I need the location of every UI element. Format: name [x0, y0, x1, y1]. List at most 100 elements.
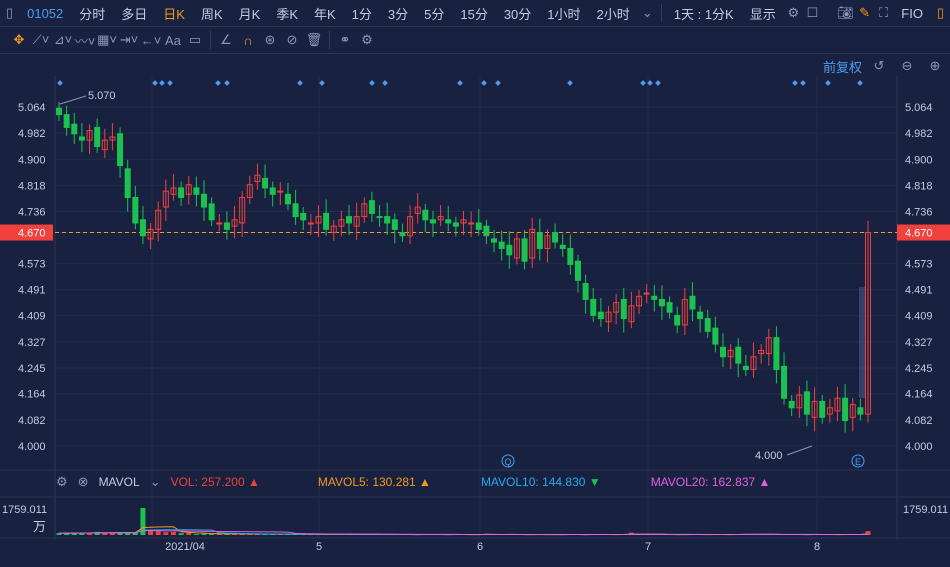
- candle-body: [811, 400, 818, 418]
- volume-bar: [140, 508, 146, 535]
- period-tab[interactable]: 15分: [452, 4, 495, 23]
- selection-bar: [859, 287, 866, 398]
- text-icon[interactable]: Aa: [162, 33, 184, 48]
- stock-code[interactable]: 01052: [19, 6, 71, 21]
- candle-body: [697, 311, 704, 320]
- comment-icon[interactable]: ▭: [184, 32, 206, 48]
- period-tab[interactable]: 年K: [306, 4, 344, 23]
- pencil-icon[interactable]: ✎: [855, 5, 874, 21]
- line-icon[interactable]: ⟋˅: [30, 32, 52, 48]
- volume-bar: [79, 532, 85, 535]
- volume-bar: [232, 533, 238, 535]
- event-marker: [57, 80, 63, 86]
- settings-icon[interactable]: ⚙: [56, 474, 68, 490]
- q-marker: Q: [504, 457, 511, 467]
- price-tick: 4.000: [18, 441, 46, 453]
- volume-bar: [789, 534, 795, 535]
- candle-body: [605, 311, 612, 323]
- display-menu[interactable]: 显示: [742, 4, 784, 23]
- arrow-icon[interactable]: ←˅: [140, 33, 162, 48]
- period-tab[interactable]: 日K: [155, 4, 193, 23]
- candle-body: [544, 235, 551, 249]
- low-pointer: [786, 445, 813, 456]
- q-marker-icon: [501, 454, 515, 468]
- candle-body: [437, 216, 444, 221]
- period-tab[interactable]: 月K: [231, 4, 269, 23]
- candle-body: [628, 305, 635, 323]
- price-tick: 4.573: [905, 258, 933, 270]
- settings-icon[interactable]: ⚙: [784, 5, 803, 21]
- indicator-name[interactable]: MAVOL: [99, 475, 140, 489]
- volume-bar: [315, 534, 321, 535]
- volume-bar: [254, 534, 260, 535]
- volume-bar: [331, 534, 337, 535]
- fio-button[interactable]: FIO: [893, 6, 931, 21]
- candle-body: [788, 400, 795, 409]
- e-marker-icon: [851, 454, 865, 468]
- price-tick: 4.818: [18, 180, 46, 192]
- panel-icon[interactable]: ▯: [931, 5, 950, 21]
- event-marker: [481, 80, 487, 86]
- lock-icon[interactable]: ⊛: [259, 32, 281, 48]
- candle-body: [735, 346, 742, 364]
- delete-icon[interactable]: 🗑︎: [303, 32, 325, 48]
- chevron-down-icon[interactable]: ⌄: [150, 474, 161, 490]
- move-icon[interactable]: ✥: [8, 32, 30, 48]
- period-tab[interactable]: 3分: [380, 4, 416, 23]
- candle-body: [758, 349, 765, 355]
- period-tab[interactable]: 1分: [344, 4, 380, 23]
- volume-bar: [247, 534, 253, 535]
- period-select[interactable]: 1天 : 1分K: [666, 4, 742, 23]
- undo-icon[interactable]: ↺: [868, 58, 890, 74]
- divider: [210, 31, 211, 49]
- period-tab[interactable]: 5分: [416, 4, 452, 23]
- period-tab[interactable]: 多日: [113, 4, 155, 23]
- magnet-icon[interactable]: ∩: [237, 33, 259, 48]
- volume-bar: [132, 532, 138, 535]
- event-marker: [655, 80, 661, 86]
- layout-icon[interactable]: ☐: [803, 5, 822, 21]
- measure-icon[interactable]: ⇥˅: [118, 32, 140, 48]
- candle-body: [483, 225, 490, 237]
- period-tab[interactable]: 30分: [496, 4, 539, 23]
- fib-icon[interactable]: ▦˅: [96, 32, 118, 48]
- price-tick: 4.736: [905, 207, 933, 219]
- price-tick: 4.082: [18, 415, 46, 427]
- adjust-mode[interactable]: 前复权: [823, 57, 862, 76]
- candle-body: [491, 238, 498, 243]
- event-marker: [647, 80, 653, 86]
- sidebar-toggle-icon[interactable]: ▯: [0, 5, 19, 21]
- candle-body: [597, 311, 604, 320]
- settings-icon[interactable]: ⚙: [356, 32, 378, 48]
- candle-body: [391, 219, 398, 230]
- volume-bar: [285, 534, 291, 535]
- camera-icon[interactable]: 📷︎: [836, 5, 855, 21]
- period-tab[interactable]: 季K: [268, 4, 306, 23]
- event-marker: [792, 80, 798, 86]
- candle-body: [216, 222, 223, 225]
- period-tab[interactable]: 周K: [193, 4, 231, 23]
- candle-body: [834, 397, 841, 412]
- polyline-icon[interactable]: ⊿˅: [52, 32, 74, 48]
- price-tick: 4.982: [905, 128, 933, 140]
- hide-icon[interactable]: ⊘: [281, 32, 303, 48]
- chevron-down-icon[interactable]: ⌄: [638, 5, 657, 21]
- candle-body: [208, 203, 215, 221]
- volume-bar: [56, 533, 62, 535]
- compare-icon[interactable]: ⚭: [334, 32, 356, 48]
- candle-body: [246, 184, 253, 198]
- period-tab[interactable]: 1小时: [539, 4, 588, 23]
- volume-header: ⚙ ⊗ MAVOL ⌄ VOL: 257.200 ▲ MAVOL5: 130.2…: [56, 474, 770, 490]
- period-tab[interactable]: 分时: [71, 4, 113, 23]
- zoom-out-icon[interactable]: ⊖: [896, 58, 918, 74]
- zoom-in-icon[interactable]: ⊕: [924, 58, 946, 74]
- candle-body: [819, 400, 826, 418]
- period-tab[interactable]: 2小时: [589, 4, 638, 23]
- candle-body: [101, 139, 108, 151]
- close-icon[interactable]: ⊗: [78, 474, 89, 490]
- angle-icon[interactable]: ∠: [215, 32, 237, 48]
- date-label: 7: [645, 541, 651, 553]
- volume-bar: [178, 533, 184, 535]
- wave-icon[interactable]: 〰˅: [74, 31, 96, 50]
- fullscreen-icon[interactable]: ⛶: [874, 5, 893, 21]
